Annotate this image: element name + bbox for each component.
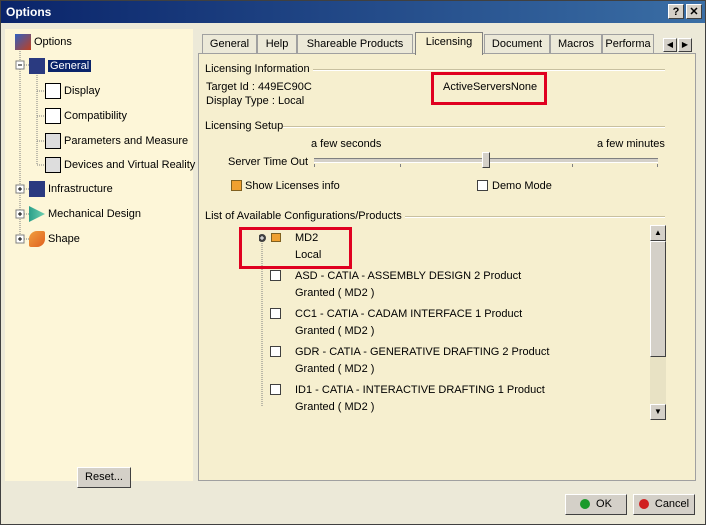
product-status: Granted ( MD2 ) bbox=[295, 287, 375, 299]
shape-icon bbox=[29, 231, 45, 247]
tree-item-infrastructure[interactable]: Infrastructure bbox=[29, 180, 113, 198]
section-divider bbox=[405, 216, 665, 218]
arrow-down-icon: ▼ bbox=[654, 407, 662, 416]
tree-root-label: Options bbox=[34, 36, 72, 48]
window-title: Options bbox=[6, 5, 52, 19]
ok-label: OK bbox=[596, 498, 612, 510]
mechanical-design-icon bbox=[29, 206, 45, 222]
infrastructure-icon bbox=[29, 181, 45, 197]
tree-item-label: Parameters and Measure bbox=[64, 135, 189, 147]
scroll-down-button[interactable]: ▼ bbox=[650, 404, 666, 420]
close-button[interactable]: ✕ bbox=[686, 4, 702, 19]
tree-item-label: General bbox=[48, 60, 92, 72]
slider-tick bbox=[572, 164, 573, 167]
title-bar[interactable]: Options ? ✕ bbox=[1, 1, 705, 23]
arrow-left-icon: ◀ bbox=[666, 40, 674, 49]
tree-item-general[interactable]: General bbox=[29, 57, 92, 75]
slider-max-label: a few minutes bbox=[597, 138, 665, 150]
tab-help[interactable]: Help bbox=[257, 34, 297, 54]
tree-item-label: Shape bbox=[48, 233, 80, 245]
slider-min-label: a few seconds bbox=[311, 138, 382, 150]
tree-item-label: Compatibility bbox=[64, 110, 127, 122]
product-name: CC1 - CATIA - CADAM INTERFACE 1 Product bbox=[295, 308, 523, 320]
licensing-setup-header: Licensing Setup bbox=[205, 120, 284, 132]
demo-mode-checkbox[interactable] bbox=[477, 180, 488, 191]
arrow-up-icon: ▲ bbox=[654, 228, 662, 237]
devices-icon bbox=[45, 157, 61, 173]
display-type-text: Display Type : Local bbox=[206, 95, 305, 107]
server-timeout-slider-thumb[interactable] bbox=[482, 152, 490, 168]
scroll-thumb[interactable] bbox=[650, 241, 666, 357]
tree-item-label: Infrastructure bbox=[48, 183, 113, 195]
cancel-icon bbox=[638, 499, 649, 510]
tree-item-devices-and-virtual-reality[interactable]: Devices and Virtual Reality bbox=[45, 156, 195, 174]
tree-item-parameters-and-measure[interactable]: Parameters and Measure bbox=[45, 132, 188, 150]
slider-tick bbox=[400, 164, 401, 167]
section-divider bbox=[283, 126, 665, 128]
server-time-out-label: Server Time Out bbox=[228, 156, 309, 168]
target-id-text: Target Id : 449EC90C bbox=[206, 81, 312, 93]
tab-shareable-products[interactable]: Shareable Products bbox=[297, 34, 413, 54]
product-name: ASD - CATIA - ASSEMBLY DESIGN 2 Product bbox=[295, 270, 522, 282]
tree-root-options[interactable]: Options bbox=[15, 33, 72, 51]
tree-item-label: Mechanical Design bbox=[48, 208, 141, 220]
tab-scroll-right-button[interactable]: ▶ bbox=[678, 38, 692, 52]
show-licenses-label: Show Licenses info bbox=[245, 180, 340, 192]
highlight-box-config bbox=[239, 227, 352, 269]
highlight-box-servers bbox=[431, 72, 547, 105]
product-checkbox[interactable] bbox=[270, 384, 281, 395]
tree-item-shape[interactable]: Shape bbox=[29, 230, 80, 248]
tree-item-display[interactable]: Display bbox=[45, 82, 100, 100]
product-name: ID1 - CATIA - INTERACTIVE DRAFTING 1 Pro… bbox=[295, 384, 545, 396]
product-checkbox[interactable] bbox=[270, 346, 281, 357]
tab-macros[interactable]: Macros bbox=[550, 34, 602, 54]
scroll-up-button[interactable]: ▲ bbox=[650, 225, 666, 241]
product-status: Granted ( MD2 ) bbox=[295, 325, 375, 337]
show-licenses-checkbox[interactable] bbox=[231, 180, 242, 191]
options-dialog: Options ? ✕ Options General Display Comp… bbox=[0, 0, 706, 525]
slider-tick bbox=[657, 164, 658, 167]
options-tree-panel: Options General Display Compatibility Pa… bbox=[5, 29, 195, 488]
product-status: Granted ( MD2 ) bbox=[295, 401, 375, 413]
reset-button[interactable]: Reset... bbox=[77, 467, 131, 488]
compatibility-icon bbox=[45, 108, 61, 124]
product-status: Granted ( MD2 ) bbox=[295, 363, 375, 375]
slider-tick bbox=[314, 164, 315, 167]
tab-general[interactable]: General bbox=[202, 34, 257, 54]
product-checkbox[interactable] bbox=[270, 270, 281, 281]
parameters-icon bbox=[45, 133, 61, 149]
tab-licensing[interactable]: Licensing bbox=[415, 32, 483, 55]
products-scrollbar[interactable]: ▲ ▼ bbox=[650, 225, 666, 420]
ok-button[interactable]: OK bbox=[565, 494, 627, 515]
arrow-right-icon: ▶ bbox=[681, 40, 689, 49]
product-checkbox[interactable] bbox=[270, 308, 281, 319]
products-list-header: List of Available Configurations/Product… bbox=[205, 210, 402, 222]
help-button[interactable]: ? bbox=[668, 4, 684, 19]
tree-item-label: Display bbox=[64, 85, 101, 97]
section-divider bbox=[313, 69, 665, 71]
cancel-button[interactable]: Cancel bbox=[633, 494, 695, 515]
licensing-information-header: Licensing Information bbox=[205, 63, 310, 75]
demo-mode-label: Demo Mode bbox=[492, 180, 552, 192]
ok-icon bbox=[580, 499, 591, 510]
tab-scroll-left-button[interactable]: ◀ bbox=[663, 38, 677, 52]
cancel-label: Cancel bbox=[654, 498, 690, 510]
tab-document[interactable]: Document bbox=[484, 34, 550, 54]
tree-item-compatibility[interactable]: Compatibility bbox=[45, 107, 127, 125]
general-icon bbox=[29, 58, 45, 74]
options-icon bbox=[15, 34, 31, 50]
tab-performance[interactable]: Performa bbox=[602, 34, 654, 54]
tree-item-label: Devices and Virtual Reality bbox=[64, 159, 196, 171]
product-name: GDR - CATIA - GENERATIVE DRAFTING 2 Prod… bbox=[295, 346, 550, 358]
tree-item-mechanical-design[interactable]: Mechanical Design bbox=[29, 205, 141, 223]
display-icon bbox=[45, 83, 61, 99]
